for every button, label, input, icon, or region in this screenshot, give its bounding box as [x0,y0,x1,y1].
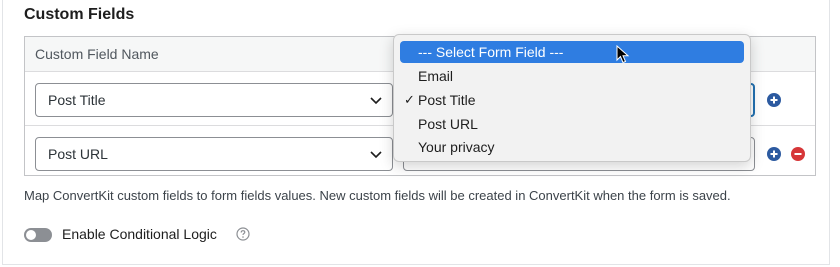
custom-field-select-value: Post Title [48,92,106,108]
checkmark-icon: ✓ [404,92,415,107]
help-circle-icon[interactable] [236,227,250,241]
remove-circle-icon[interactable] [791,147,805,161]
chevron-down-icon [370,97,382,105]
dropdown-option-label: Email [418,68,454,84]
chevron-down-icon [370,151,382,159]
dropdown-option-label: Post URL [418,116,478,132]
custom-field-select[interactable]: Post URL [35,137,393,171]
dropdown-option-your-privacy[interactable]: Your privacy [400,136,744,158]
mouse-cursor-icon [616,45,630,64]
dropdown-option-post-title[interactable]: ✓ Post Title [400,89,744,111]
add-circle-icon[interactable] [767,147,781,161]
dropdown-option-select-form-field[interactable]: --- Select Form Field --- [400,41,744,63]
conditional-logic-label: Enable Conditional Logic [62,226,217,242]
column-header-custom-field-name: Custom Field Name [35,46,159,62]
dropdown-option-label: Your privacy [418,139,495,155]
section-title: Custom Fields [24,6,135,23]
add-circle-icon[interactable] [767,93,781,107]
help-text: Map ConvertKit custom fields to form fie… [24,188,731,203]
form-field-dropdown-menu: --- Select Form Field --- Email ✓ Post T… [393,34,751,162]
dropdown-option-label: --- Select Form Field --- [418,44,564,60]
toggle-knob [26,230,36,240]
conditional-logic-toggle[interactable] [24,228,52,242]
custom-field-select-value: Post URL [48,146,108,162]
custom-field-select[interactable]: Post Title [35,83,393,117]
dropdown-option-email[interactable]: Email [400,65,744,87]
dropdown-option-label: Post Title [418,92,476,108]
dropdown-option-post-url[interactable]: Post URL [400,113,744,135]
